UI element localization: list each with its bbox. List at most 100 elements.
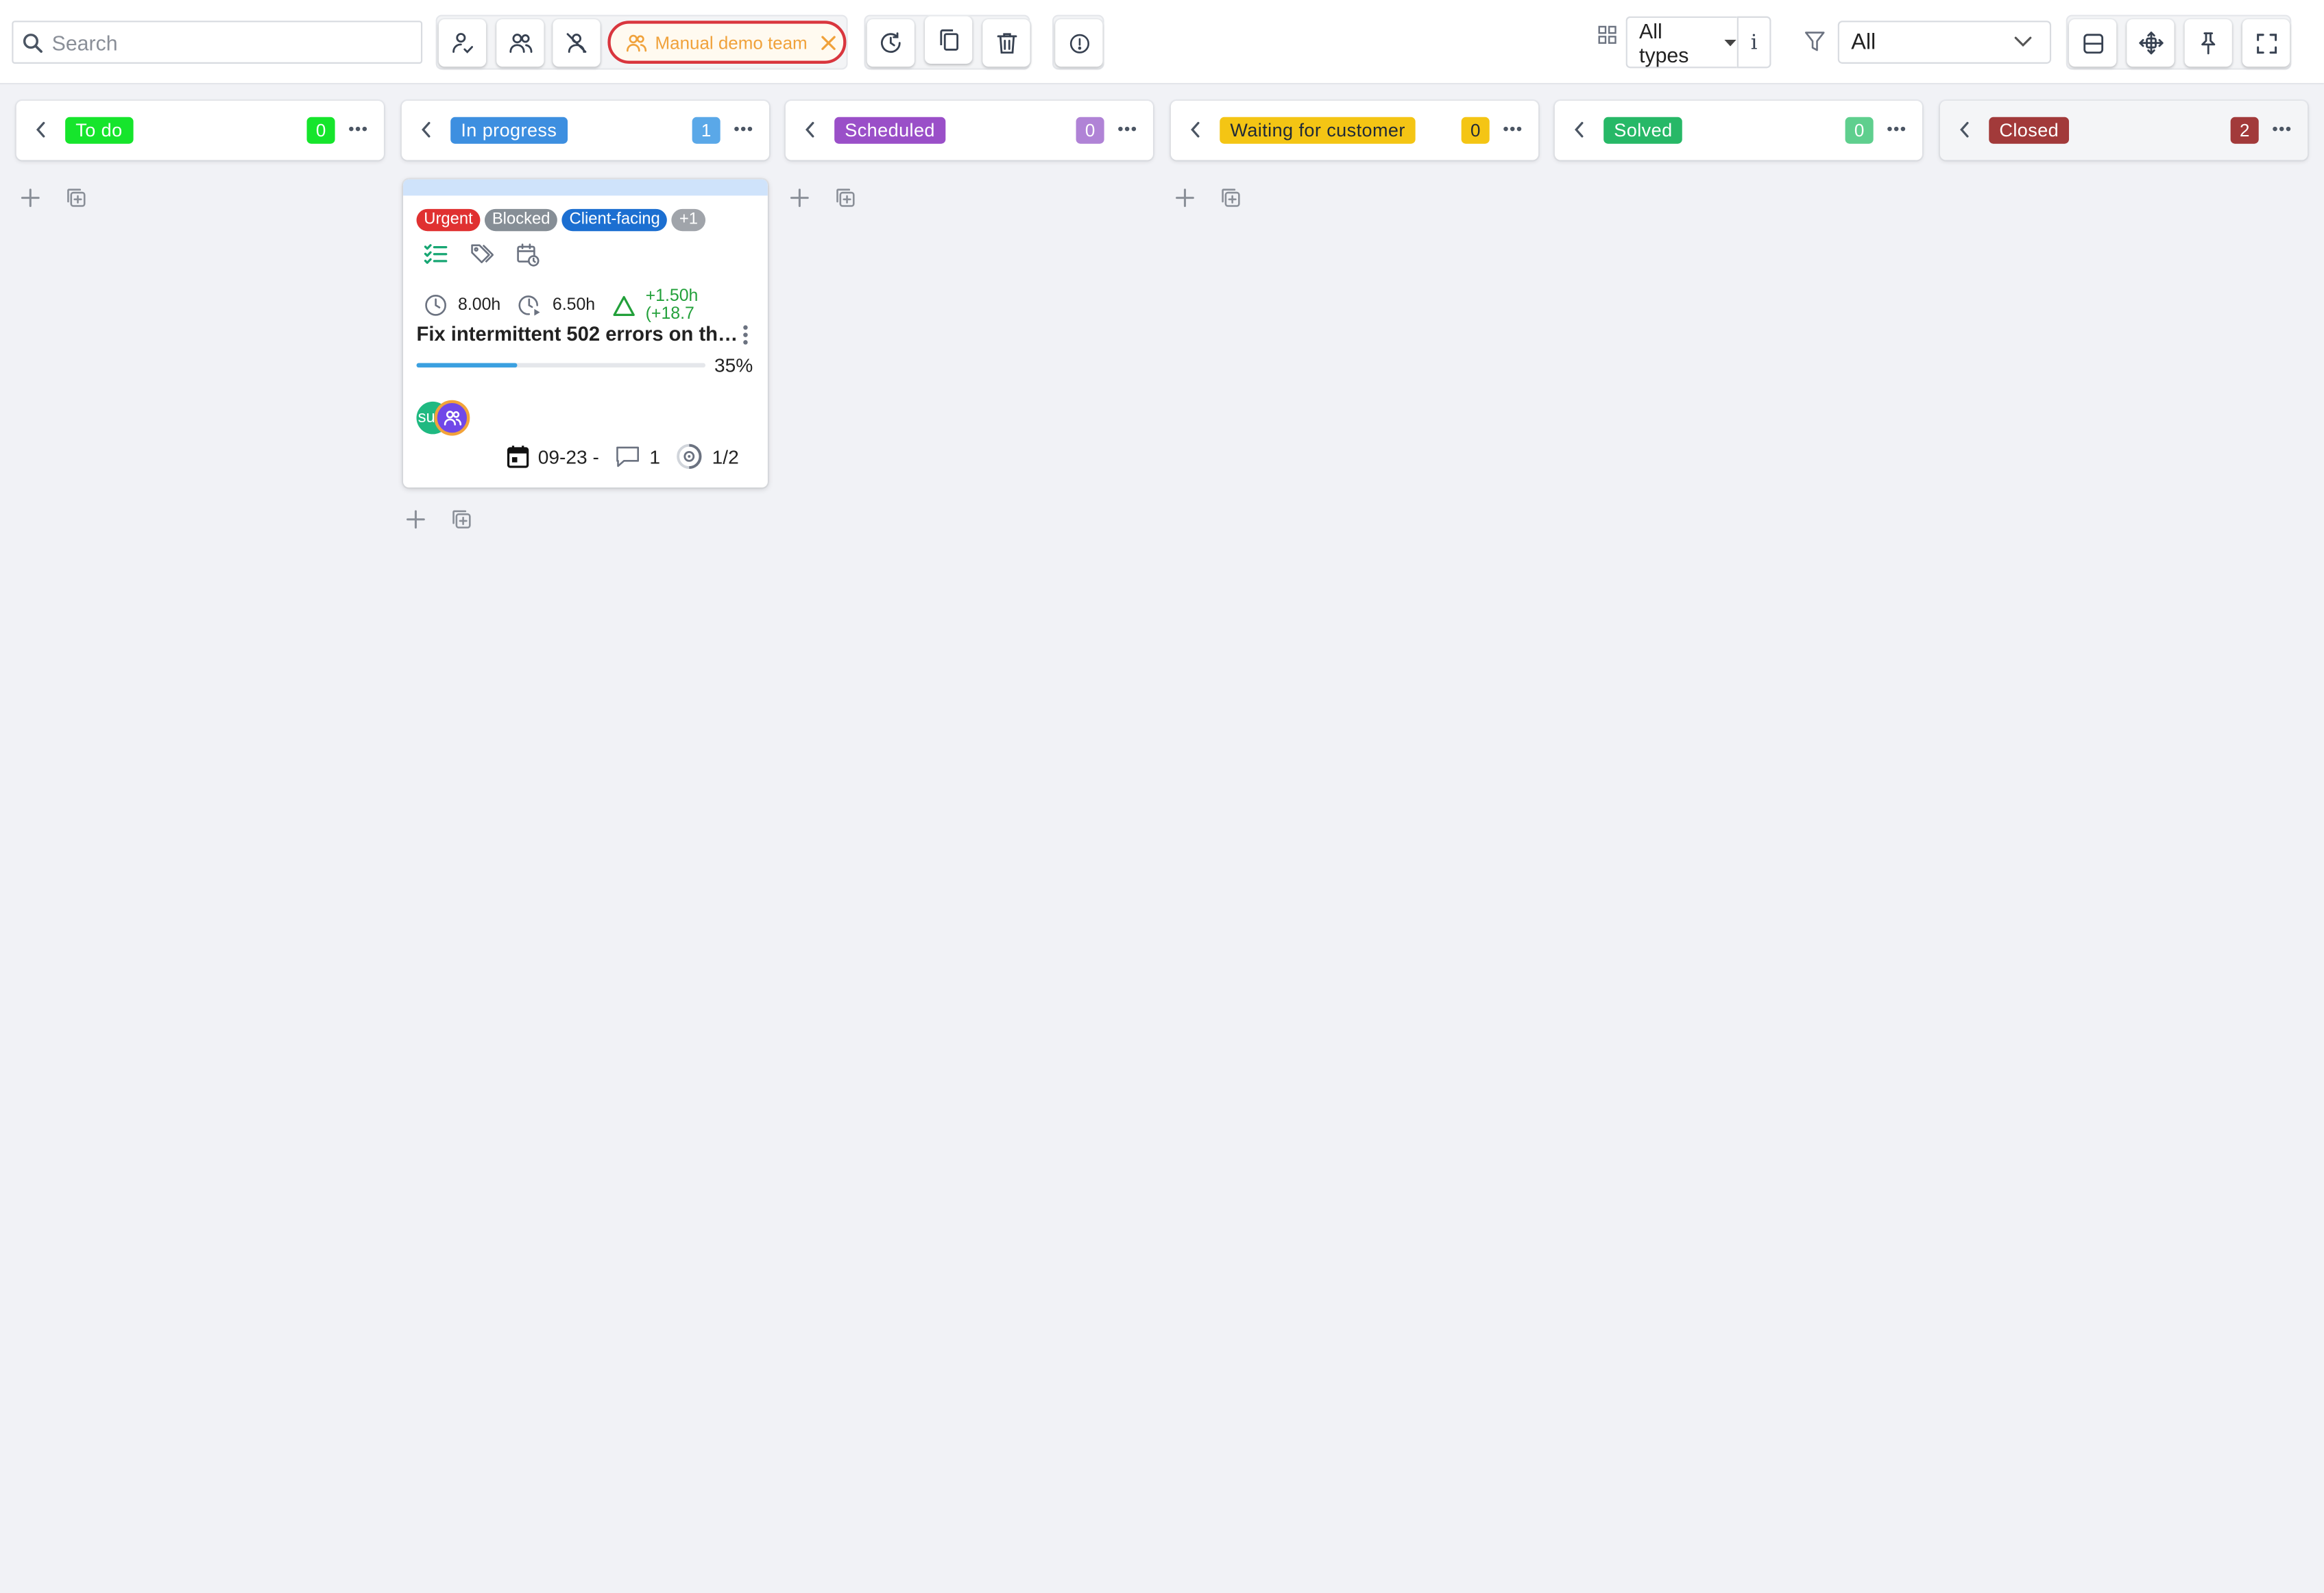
plus-icon[interactable] (790, 187, 809, 206)
column-count-badge: 0 (306, 117, 335, 144)
chevron-left-icon[interactable] (1189, 120, 1202, 139)
status-filter-select[interactable]: All (1837, 21, 2052, 64)
clock-icon (424, 293, 448, 317)
filter-icon (1804, 29, 1826, 53)
chevron-left-icon[interactable] (803, 120, 816, 139)
checklist-progress[interactable]: 1/2 (677, 443, 739, 470)
search-icon (13, 32, 51, 52)
tag-badge: Urgent (416, 208, 481, 232)
column-count-badge: 0 (1076, 117, 1104, 144)
plus-icon[interactable] (406, 509, 425, 528)
more-vertical-icon[interactable] (742, 324, 749, 345)
info-button[interactable]: i (1736, 16, 1771, 69)
column-header-to-do: To do 0 (16, 101, 384, 160)
add-multiple-icon[interactable] (1220, 186, 1240, 207)
close-icon[interactable] (821, 35, 836, 50)
spent-hours: 6.50h (517, 293, 595, 317)
delete-button[interactable] (982, 19, 1030, 67)
kanban-board-page: Manual demo team (0, 0, 2324, 1593)
fullscreen-icon (2255, 32, 2277, 53)
column-title: To do (65, 117, 133, 144)
hours-row: 8.00h 6.50h +1.50h (+18.7 (424, 287, 768, 323)
clock-play-icon (517, 293, 542, 317)
card-meta-row: 09-23 - 1 1/2 (507, 443, 755, 470)
chevron-left-icon[interactable] (1573, 120, 1586, 139)
column-count-badge: 2 (2230, 117, 2259, 144)
alert-circle-icon (1068, 32, 1090, 53)
chevron-down-icon (2014, 36, 2032, 47)
trash-icon (995, 31, 1017, 55)
comments-count[interactable]: 1 (616, 445, 660, 469)
team-chip-label: Manual demo team (655, 32, 808, 53)
user-x-icon (565, 31, 589, 55)
comments-count-value: 1 (649, 445, 660, 468)
team-filter-button[interactable] (496, 19, 544, 67)
tag-badge: Blocked (485, 208, 558, 232)
add-multiple-icon[interactable] (834, 186, 855, 207)
column-title: Waiting for customer (1220, 117, 1416, 144)
add-multiple-icon[interactable] (450, 509, 471, 529)
users-icon (507, 31, 533, 55)
column-header-in-progress: In progress 1 (401, 101, 770, 160)
calendar-clock-icon[interactable] (516, 243, 540, 267)
type-select[interactable]: All types (1625, 16, 1737, 69)
pin-button[interactable] (2184, 19, 2232, 67)
more-tags-badge[interactable]: +1 (672, 208, 705, 232)
more-horizontal-icon[interactable] (348, 126, 367, 132)
progress-label: 35% (714, 354, 753, 377)
users-icon (625, 32, 647, 52)
layout-button[interactable] (2069, 19, 2117, 67)
toolbar: Manual demo team (0, 0, 2324, 85)
delta-icon (612, 294, 636, 316)
move-icon (2138, 31, 2164, 55)
column-header-scheduled: Scheduled 0 (785, 101, 1153, 160)
chevron-left-icon[interactable] (1958, 120, 1971, 139)
column-title: In progress (450, 117, 568, 144)
search-input[interactable] (51, 22, 421, 62)
column-count-badge: 1 (692, 117, 721, 144)
caret-down-icon (1723, 38, 1736, 47)
team-avatar[interactable] (434, 400, 470, 436)
assignee-avatars: su (416, 400, 475, 436)
estimated-hours-value: 8.00h (458, 296, 501, 315)
users-icon (442, 409, 461, 427)
team-filter-chip[interactable]: Manual demo team (607, 21, 847, 64)
spent-hours-value: 6.50h (552, 296, 596, 315)
more-horizontal-icon[interactable] (734, 126, 753, 132)
column-title: Scheduled (834, 117, 946, 144)
move-button[interactable] (2127, 19, 2175, 67)
alert-button[interactable] (1055, 19, 1103, 67)
unassigned-filter-button[interactable] (553, 19, 601, 67)
column-title: Solved (1603, 117, 1683, 144)
column-add-row (790, 186, 855, 207)
column-add-row (406, 509, 471, 529)
hours-delta-value: +1.50h (+18.7 (645, 287, 699, 324)
task-card[interactable]: Urgent Blocked Client-facing +1 8.00h 6.… (403, 179, 768, 488)
chevron-left-icon[interactable] (420, 120, 433, 139)
tag-badge: Client-facing (561, 208, 668, 232)
plus-icon[interactable] (21, 187, 40, 206)
chevron-left-icon[interactable] (34, 120, 47, 139)
plus-icon[interactable] (1175, 187, 1194, 206)
copy-button[interactable] (925, 16, 973, 64)
history-button[interactable] (867, 19, 915, 67)
comment-icon (616, 445, 641, 469)
search-box[interactable] (12, 21, 423, 64)
type-select-value: All types (1639, 19, 1689, 66)
add-multiple-icon[interactable] (65, 186, 86, 207)
more-horizontal-icon[interactable] (2272, 126, 2291, 132)
more-horizontal-icon[interactable] (1503, 126, 1522, 132)
fullscreen-button[interactable] (2242, 19, 2290, 67)
more-horizontal-icon[interactable] (1117, 126, 1137, 132)
column-add-row (1175, 186, 1240, 207)
column-add-row (21, 186, 86, 207)
estimated-hours: 8.00h (424, 293, 500, 317)
status-filter-value: All (1851, 29, 1876, 55)
column-header-closed: Closed 2 (1939, 101, 2308, 160)
assigned-to-me-button[interactable] (438, 19, 487, 67)
copy-icon (937, 28, 959, 52)
checklist-icon[interactable] (424, 243, 448, 267)
hours-delta: +1.50h (+18.7 (612, 287, 751, 323)
more-horizontal-icon[interactable] (1887, 126, 1906, 132)
tags-icon[interactable] (470, 243, 494, 267)
